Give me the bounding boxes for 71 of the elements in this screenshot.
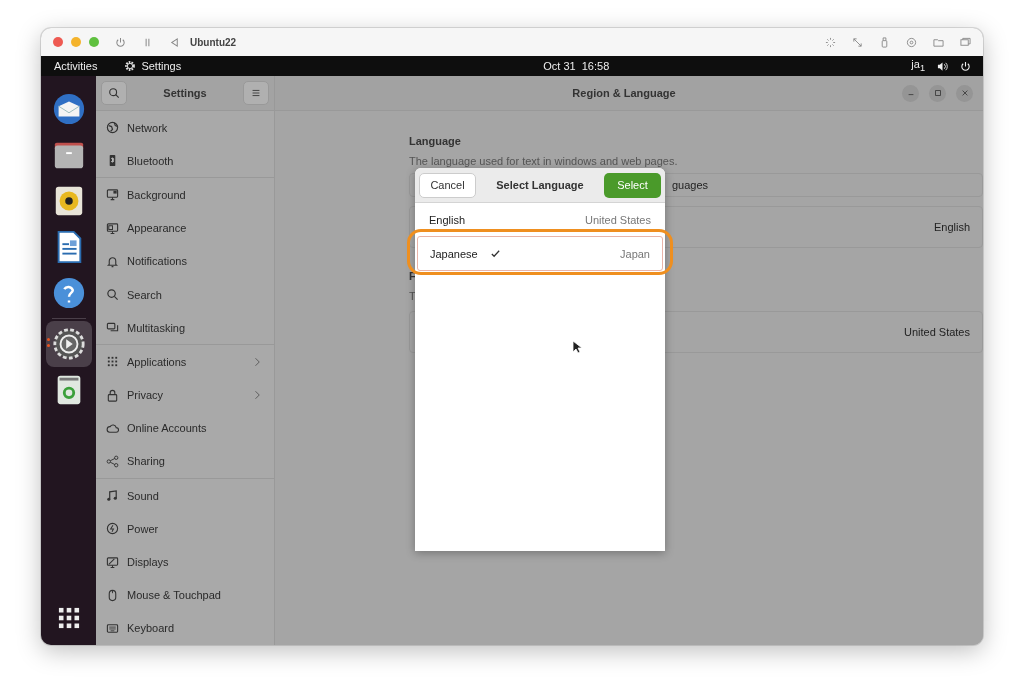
volume-icon[interactable] (937, 60, 948, 72)
expand-icon[interactable] (852, 36, 863, 48)
sidebar-item[interactable]: Network (96, 111, 274, 145)
search-icon (108, 87, 120, 99)
disc-icon[interactable] (906, 36, 917, 48)
section-description: The language used for text in windows and web pages. (409, 155, 679, 167)
sidebar-item[interactable]: Bluetooth (96, 144, 274, 178)
pause-icon[interactable] (142, 36, 153, 48)
windows-icon[interactable] (960, 36, 971, 48)
dock-item[interactable] (45, 321, 92, 367)
language-option[interactable]: English United States (415, 203, 665, 236)
bell-icon (106, 254, 119, 268)
display-icon (106, 555, 119, 569)
sidebar-item[interactable]: Online Accounts (96, 411, 274, 445)
sidebar-item[interactable]: Search (96, 277, 274, 312)
sidebar-item[interactable]: Displays (96, 545, 274, 579)
menu-icon (250, 87, 262, 99)
folder-icon[interactable] (933, 36, 944, 48)
cancel-button[interactable]: Cancel (419, 172, 476, 198)
share-icon (106, 454, 119, 468)
menu-button[interactable] (243, 81, 269, 105)
help-icon (51, 276, 86, 310)
usb-icon[interactable] (879, 36, 890, 48)
sidebar-item[interactable]: Multitasking (96, 311, 274, 345)
globe-icon (106, 121, 119, 135)
vm-title: Ubuntu22 (190, 36, 237, 48)
sidebar-item[interactable]: Background (96, 178, 274, 212)
sidebar-item[interactable]: Appearance (96, 211, 274, 245)
sidebar-item[interactable]: Notifications (96, 244, 274, 278)
grid-icon (106, 355, 119, 369)
clock[interactable]: Oct 31 16:58 (543, 60, 610, 72)
search-icon (106, 288, 119, 302)
input-method-indicator[interactable]: ja$_{1}$ (911, 58, 925, 74)
minimize-button[interactable] (71, 37, 81, 47)
gear-icon (51, 327, 86, 361)
mail-app-icon (51, 92, 86, 126)
zoom-button[interactable] (89, 37, 99, 47)
sidebar-item[interactable]: Keyboard (96, 611, 274, 645)
close-button[interactable] (53, 37, 63, 47)
activities-button[interactable]: Activities (54, 60, 98, 72)
monitor-icon (106, 188, 119, 202)
gear-icon (124, 60, 137, 72)
sidebar-item[interactable]: Sound (96, 479, 274, 513)
sidebar-item[interactable]: Applications (96, 345, 274, 379)
sidebar-title: Settings (162, 87, 208, 99)
keyboard-icon (106, 621, 119, 635)
back-icon[interactable] (169, 36, 180, 48)
app-menu[interactable]: Settings (141, 60, 182, 72)
power-icon (106, 522, 119, 536)
dialog-title: Select Language (495, 179, 585, 191)
sidebar-item[interactable]: Sharing (96, 444, 274, 479)
lock-icon (106, 388, 119, 402)
close-button[interactable] (956, 84, 973, 102)
music-note-icon (106, 489, 119, 503)
sidebar-item[interactable]: Privacy (96, 378, 274, 412)
search-button[interactable] (101, 81, 127, 105)
sparkle-icon[interactable] (825, 36, 836, 48)
app-grid-icon[interactable] (57, 607, 80, 629)
sidebar-item[interactable]: Power (96, 512, 274, 546)
close-icon (960, 89, 969, 97)
section-description: T (409, 290, 417, 302)
section-heading: Language (409, 135, 462, 147)
maximize-button[interactable] (929, 84, 946, 102)
select-button[interactable]: Select (604, 172, 661, 198)
pointer-cursor-icon (572, 340, 582, 354)
language-option[interactable]: Japanese Japan (417, 236, 663, 271)
sidebar-item[interactable]: Mouse & Touchpad (96, 578, 274, 612)
maximize-icon (933, 89, 942, 97)
mouse-icon (106, 588, 119, 602)
window-title: Region & Language (572, 87, 676, 99)
cloud-icon (106, 421, 119, 435)
